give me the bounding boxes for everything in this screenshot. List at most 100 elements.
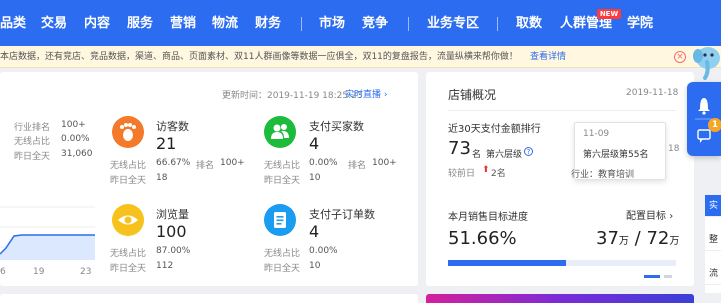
sales-amount: 37万 / 72万 bbox=[596, 228, 679, 249]
current-unit: 万 bbox=[618, 236, 629, 247]
tooltip-date: 11-09 bbox=[583, 129, 610, 139]
metric-sub-value: 87.00% bbox=[156, 246, 191, 256]
metric-value: 4 bbox=[309, 222, 320, 241]
arrow-up-icon: ⬆ bbox=[482, 165, 490, 175]
nav-item-finance[interactable]: 财务 bbox=[255, 0, 281, 46]
eye-icon bbox=[112, 204, 144, 236]
nav-item-trade[interactable]: 交易 bbox=[41, 0, 67, 46]
side-tab-active[interactable]: 实 bbox=[705, 195, 721, 217]
metric-rank-value: 100+ bbox=[372, 158, 397, 168]
metric-rank-value: 100+ bbox=[220, 158, 245, 168]
notice-bar: 本店数据，还有竞店、竞品数据，渠道、商品、页面素材、双11人群画像等数据一应俱全… bbox=[0, 46, 721, 68]
rank-unit: 名 bbox=[472, 150, 482, 160]
current-sales: 37 bbox=[596, 228, 619, 249]
chevron-right-icon: › bbox=[383, 90, 388, 100]
metric-sub-label: 无线占比 bbox=[264, 249, 301, 259]
compare-label: 较前日 bbox=[448, 169, 476, 179]
metric-title: 支付买家数 bbox=[309, 120, 364, 133]
chart-tick: 23 bbox=[80, 267, 92, 277]
nav-item-data-fetch[interactable]: 取数 bbox=[516, 0, 542, 46]
rank-value: 73 bbox=[448, 138, 471, 159]
bottom-banner[interactable] bbox=[426, 294, 694, 303]
nav-item-crowd-management[interactable]: 人群管理 bbox=[560, 0, 612, 46]
nav-item-competition[interactable]: 竞争 bbox=[362, 0, 388, 46]
metric-sub-label: 无线占比 bbox=[110, 161, 147, 171]
live-link-label: 实时直播 bbox=[345, 90, 382, 100]
stat-value: 31,060 bbox=[61, 149, 93, 159]
new-badge: NEW bbox=[597, 9, 621, 19]
metric-sub-value: 0.00% bbox=[309, 246, 338, 256]
nav-item-market[interactable]: 市场 bbox=[319, 0, 345, 46]
tooltip-industry: 行业：教育培训 bbox=[571, 170, 635, 180]
stat-label: 无线占比 bbox=[14, 137, 51, 147]
metric-sub-value: 66.67% bbox=[156, 158, 191, 168]
nav-item-service[interactable]: 服务 bbox=[127, 0, 153, 46]
notice-text: 本店数据，还有竞店、竞品数据，渠道、商品、页面素材、双11人群画像等数据一应俱全… bbox=[0, 52, 518, 62]
nav-item-content[interactable]: 内容 bbox=[84, 0, 110, 46]
metric-sub-value: 10 bbox=[309, 173, 321, 183]
metric-title: 浏览量 bbox=[156, 208, 189, 221]
metric-sub-label: 昨日全天 bbox=[264, 264, 301, 274]
metric-value: 4 bbox=[309, 134, 320, 153]
carousel-dot-active[interactable] bbox=[644, 275, 660, 278]
users-icon bbox=[264, 116, 296, 148]
carousel-dot[interactable] bbox=[664, 275, 672, 278]
slash: / bbox=[634, 228, 641, 249]
metric-title: 支付子订单数 bbox=[309, 208, 375, 221]
footprint-icon bbox=[112, 116, 144, 148]
stat-value: 100+ bbox=[61, 120, 86, 130]
rank-title: 近30天支付金额排行 bbox=[448, 124, 541, 135]
side-strip: 实 整 流 bbox=[705, 195, 721, 293]
target-sales: 72 bbox=[646, 228, 670, 249]
sales-target-title: 本月销售目标进度 bbox=[448, 212, 528, 223]
notification-badge: 1 bbox=[708, 118, 721, 132]
overview-title: 店铺概况 bbox=[448, 88, 497, 102]
document-icon bbox=[264, 204, 296, 236]
compare-value: 2名 bbox=[491, 169, 506, 179]
top-navigation: 品类 交易 内容 服务 营销 物流 财务 市场 竞争 业务专区 取数 人群管理 … bbox=[0, 0, 721, 46]
help-icon[interactable]: ? bbox=[524, 147, 533, 156]
nav-separator bbox=[301, 17, 302, 31]
metric-rank-label: 排名 bbox=[196, 161, 215, 171]
config-target-link[interactable]: 配置目标 › bbox=[626, 207, 673, 222]
metric-sub-label: 昨日全天 bbox=[110, 176, 147, 186]
progress-fill bbox=[448, 260, 566, 266]
elephant-mascot-icon[interactable] bbox=[693, 42, 721, 82]
nav-item-marketing[interactable]: 营销 bbox=[170, 0, 196, 46]
metric-sub-value: 10 bbox=[309, 261, 321, 271]
metric-sub-label: 无线占比 bbox=[110, 249, 147, 259]
stat-value: 0.00% bbox=[61, 134, 90, 144]
close-icon[interactable]: × bbox=[674, 51, 686, 63]
chart-tick: 19 bbox=[33, 267, 45, 277]
nav-item-academy[interactable]: 学院 bbox=[627, 0, 653, 46]
chart-tick: 6 bbox=[0, 267, 6, 277]
stat-label: 昨日全天 bbox=[14, 152, 51, 162]
divider bbox=[448, 110, 676, 111]
live-link[interactable]: 实时直播 › bbox=[345, 87, 388, 100]
trend-mini-chart bbox=[0, 206, 95, 260]
update-time: 更新时间：2019-11-19 18:25:23 bbox=[222, 91, 363, 101]
progress-track bbox=[448, 260, 676, 266]
metric-sub-value: 18 bbox=[156, 173, 168, 183]
metric-sub-label: 昨日全天 bbox=[264, 176, 301, 186]
nav-item-business-zone[interactable]: 业务专区 bbox=[427, 0, 479, 46]
side-tab[interactable]: 整 bbox=[705, 229, 721, 251]
metric-sub-label: 昨日全天 bbox=[110, 264, 147, 274]
notice-detail-link[interactable]: 查看详情 bbox=[530, 46, 566, 67]
nav-separator bbox=[497, 17, 498, 31]
peek-date: 18 bbox=[668, 144, 680, 154]
metric-value: 100 bbox=[156, 222, 187, 241]
level-text: 第六层级 bbox=[486, 150, 523, 160]
target-unit: 万 bbox=[669, 236, 680, 247]
bottom-panel-left bbox=[0, 294, 418, 303]
nav-separator bbox=[408, 17, 409, 31]
rank-tooltip: 11-09 第六层级第55名 行业：教育培训 bbox=[571, 122, 666, 180]
overview-date: 2019-11-18 bbox=[626, 88, 679, 98]
side-tab[interactable]: 流 bbox=[705, 263, 721, 285]
metric-sub-label: 无线占比 bbox=[264, 161, 301, 171]
metric-sub-value: 0.00% bbox=[309, 158, 338, 168]
nav-item-category[interactable]: 品类 bbox=[0, 0, 26, 46]
chevron-right-icon: › bbox=[669, 211, 674, 222]
nav-item-logistics[interactable]: 物流 bbox=[212, 0, 238, 46]
stat-label: 行业排名 bbox=[14, 123, 51, 133]
